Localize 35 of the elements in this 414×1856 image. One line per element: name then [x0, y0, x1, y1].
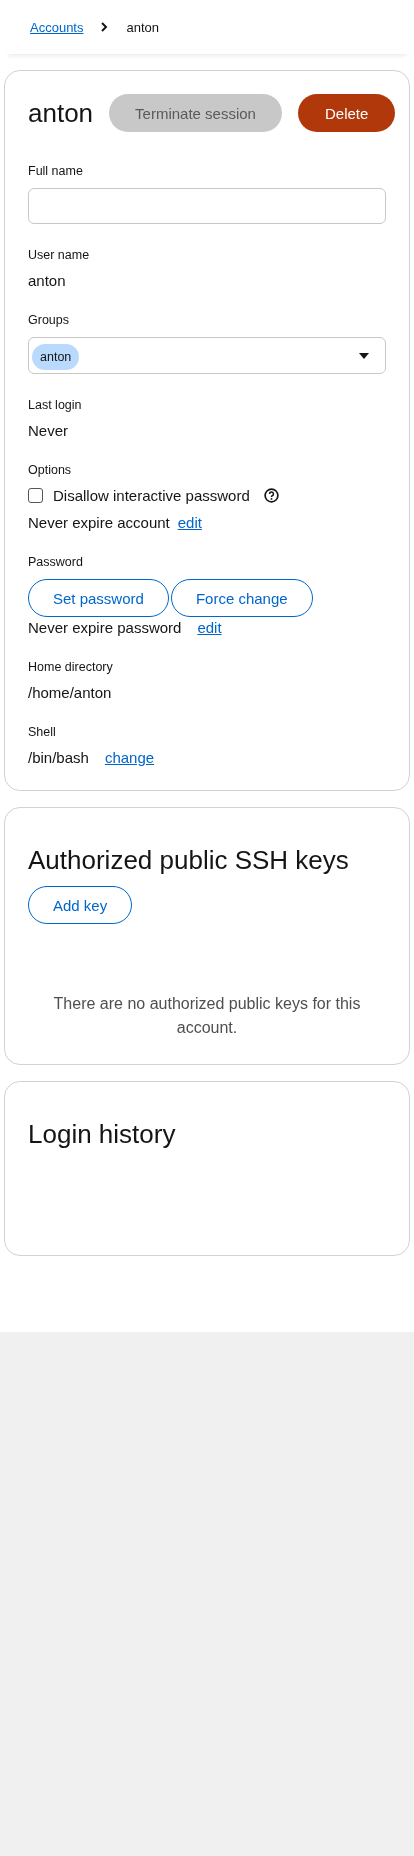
- field-label: Groups: [28, 313, 70, 327]
- delete-button[interactable]: Delete: [297, 94, 396, 132]
- section-title: Login history: [28, 1119, 177, 1150]
- info-text: /bin/bash: [28, 749, 89, 766]
- breadcrumb-current: anton: [126, 19, 160, 35]
- field-label: Password: [28, 555, 84, 569]
- field-label: Full name: [28, 164, 84, 178]
- edit-link[interactable]: edit: [177, 514, 202, 531]
- edit-link[interactable]: edit: [197, 619, 222, 636]
- password-button[interactable]: Force change: [170, 579, 313, 617]
- groups-select[interactable]: anton: [28, 337, 386, 374]
- password-button[interactable]: Set password: [28, 579, 169, 617]
- field-label: Home directory: [28, 660, 114, 674]
- checkbox-label: Disallow interactive password: [53, 487, 250, 504]
- edit-link[interactable]: change: [104, 749, 155, 766]
- account-title: anton: [28, 97, 94, 129]
- empty-message: There are no authorized public keys for this account.: [52, 994, 362, 1038]
- section-title: Authorized public SSH keys: [28, 845, 350, 876]
- caret-icon: [359, 352, 369, 359]
- field-label: Last login: [28, 398, 83, 412]
- help-icon[interactable]: [263, 488, 279, 503]
- checkbox[interactable]: [28, 488, 43, 503]
- field-label: User name: [28, 248, 91, 262]
- add-key-button[interactable]: Add key: [28, 886, 133, 924]
- chevron-icon: [101, 22, 109, 32]
- full-name-field[interactable]: [28, 188, 386, 224]
- field-value: Never: [28, 422, 69, 439]
- info-text: Never expire account: [28, 514, 170, 531]
- info-text: Never expire password: [28, 619, 182, 636]
- group-chip: anton: [32, 343, 80, 370]
- field-value: /home/anton: [28, 684, 113, 701]
- field-value: anton: [28, 272, 67, 289]
- field-label: Options: [28, 463, 73, 477]
- breadcrumb-link[interactable]: Accounts: [30, 19, 84, 35]
- field-label: Shell: [28, 725, 57, 739]
